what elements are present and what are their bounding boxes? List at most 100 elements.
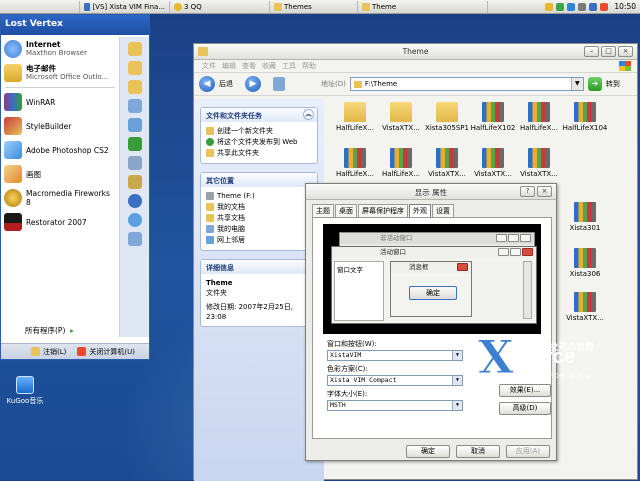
place-my-documents[interactable]: 我的文档	[206, 202, 312, 212]
forward-arrow-icon[interactable]: ▶	[245, 76, 261, 92]
logoff-button[interactable]: 注销(L)	[43, 347, 66, 357]
my-computer-icon[interactable]	[128, 99, 142, 113]
chevron-down-icon[interactable]: ▼	[452, 351, 462, 360]
chevron-down-icon[interactable]: ▼	[452, 376, 462, 385]
folder-item[interactable]: Xista306	[562, 248, 608, 278]
run-icon[interactable]	[128, 232, 142, 246]
window-text-sample: 窗口文字	[334, 261, 384, 321]
taskbar-task-vim[interactable]: [VS] Xista VIM Fina...	[80, 0, 170, 13]
windows-buttons-select[interactable]: XistaVIM ▼	[327, 350, 463, 361]
taskbar-task-qq[interactable]: 3 QQ	[170, 0, 270, 13]
folder-item[interactable]: VistaXTX...	[470, 148, 516, 178]
desktop-icon-kugoo[interactable]: KuGoo音乐	[2, 376, 48, 406]
menu-edit[interactable]: 编辑	[222, 61, 236, 71]
menu-view[interactable]: 查看	[242, 61, 256, 71]
tray-shield-icon[interactable]	[567, 2, 576, 11]
folder-item[interactable]: Xista305SP1	[424, 102, 470, 132]
menu-help[interactable]: 帮助	[302, 61, 316, 71]
place-network[interactable]: 网上邻居	[206, 235, 312, 245]
ok-button[interactable]: 确定	[406, 445, 450, 458]
advanced-button[interactable]: 高级(D)	[499, 402, 551, 415]
folder-item[interactable]: VistaXTX...	[378, 102, 424, 132]
folder-item[interactable]: HalfLifeX102	[470, 102, 516, 132]
start-item-stylebuilder[interactable]: StyleBuilder	[1, 114, 119, 138]
color-scheme-select[interactable]: Xista VIM Compact ▼	[327, 375, 463, 386]
tab-appearance[interactable]: 外观	[409, 204, 431, 218]
go-arrow-icon[interactable]: ➔	[587, 77, 602, 91]
explorer-titlebar[interactable]: Theme – □ ×	[194, 44, 637, 60]
my-music-icon[interactable]	[128, 80, 142, 94]
taskbar-task-themes[interactable]: Themes	[270, 0, 358, 13]
tab-themes[interactable]: 主题	[312, 204, 334, 218]
place-theme-drive[interactable]: Theme (F:)	[206, 191, 312, 201]
back-arrow-icon[interactable]: ◀	[199, 76, 215, 92]
folder-item[interactable]: VistaXTX...	[424, 148, 470, 178]
close-button[interactable]: ×	[537, 186, 552, 197]
start-item-email[interactable]: 电子邮件 Microsoft Office Outlo...	[1, 61, 119, 85]
folder-item[interactable]: HalfLifeX...	[516, 102, 562, 132]
chevron-down-icon[interactable]: ▼	[452, 401, 462, 410]
menu-favorites[interactable]: 收藏	[262, 61, 276, 71]
start-item-fireworks[interactable]: Macromedia Fireworks 8	[1, 186, 119, 210]
task-new-folder[interactable]: 创建一个新文件夹	[206, 126, 312, 136]
start-item-winrar[interactable]: WinRAR	[1, 90, 119, 114]
folder-item[interactable]: HalfLifeX...	[332, 148, 378, 178]
place-my-computer[interactable]: 我的电脑	[206, 224, 312, 234]
network-icon[interactable]	[128, 118, 142, 132]
up-folder-icon[interactable]	[273, 77, 285, 91]
start-item-paint[interactable]: 画图	[1, 162, 119, 186]
help-icon[interactable]	[128, 194, 142, 208]
back-button-label[interactable]: 后退	[219, 79, 233, 89]
photoshop-icon	[4, 141, 22, 159]
tray-antivirus-icon[interactable]	[600, 2, 609, 11]
folder-item[interactable]: VistaXTX...	[516, 148, 562, 178]
control-panel-icon[interactable]	[128, 137, 142, 151]
taskbar-task-theme[interactable]: Theme	[358, 0, 488, 13]
font-size-select[interactable]: MSTH ▼	[327, 400, 463, 411]
address-bar[interactable]: F:\Theme ▼	[349, 77, 584, 91]
dialog-titlebar[interactable]: 显示 属性 ? ×	[306, 184, 556, 200]
printers-icon[interactable]	[128, 156, 142, 170]
minimize-button[interactable]: –	[584, 46, 599, 57]
maximize-button[interactable]: □	[601, 46, 616, 57]
shutdown-button[interactable]: 关闭计算机(U)	[89, 347, 135, 357]
go-button-label[interactable]: 转到	[606, 79, 620, 89]
panel-title: 详细信息	[206, 264, 234, 272]
start-item-photoshop[interactable]: Adobe Photoshop CS2	[1, 138, 119, 162]
close-button[interactable]: ×	[618, 46, 633, 57]
tab-desktop[interactable]: 桌面	[335, 204, 357, 218]
task-share-folder[interactable]: 共享此文件夹	[206, 148, 312, 158]
folder-item[interactable]: Xista301	[562, 202, 608, 232]
help-button[interactable]: ?	[520, 186, 535, 197]
cancel-button[interactable]: 取消	[456, 445, 500, 458]
panel-header[interactable]: 详细信息	[201, 260, 317, 274]
start-item-restorator[interactable]: Restorator 2007	[1, 210, 119, 234]
folder-item[interactable]: VistaXTX...	[562, 292, 608, 322]
collapse-icon[interactable]: ︽	[303, 109, 314, 120]
tab-screensaver[interactable]: 屏幕保护程序	[358, 204, 408, 218]
all-programs-button[interactable]: 所有程序(P) ▸	[25, 325, 74, 336]
clock[interactable]: 10:50	[614, 2, 636, 11]
tray-qq-icon[interactable]	[545, 2, 554, 11]
panel-header[interactable]: 其它位置	[201, 173, 317, 187]
menu-file[interactable]: 文件	[202, 61, 216, 71]
watermark-x: X	[478, 330, 515, 385]
programs-icon[interactable]	[128, 175, 142, 189]
tray-volume-icon[interactable]	[578, 2, 587, 11]
panel-header[interactable]: 文件和文件夹任务 ︽	[201, 108, 317, 122]
tray-network-icon[interactable]	[556, 2, 565, 11]
apply-button[interactable]: 应用(A)	[506, 445, 550, 458]
folder-item[interactable]: HalfLifeX...	[378, 148, 424, 178]
folder-item[interactable]: HalfLifeX104	[562, 102, 608, 132]
folder-item[interactable]: HalfLifeX...	[332, 102, 378, 132]
my-documents-icon[interactable]	[128, 42, 142, 56]
place-shared-documents[interactable]: 共享文档	[206, 213, 312, 223]
my-pictures-icon[interactable]	[128, 61, 142, 75]
tray-display-icon[interactable]	[589, 2, 598, 11]
search-icon[interactable]	[128, 213, 142, 227]
chevron-down-icon[interactable]: ▼	[570, 78, 583, 90]
menu-tools[interactable]: 工具	[282, 61, 296, 71]
start-item-internet[interactable]: Internet Maxthon Browser	[1, 37, 119, 61]
tab-settings[interactable]: 设置	[432, 204, 454, 218]
task-publish-web[interactable]: 将这个文件夹发布到 Web	[206, 137, 312, 147]
